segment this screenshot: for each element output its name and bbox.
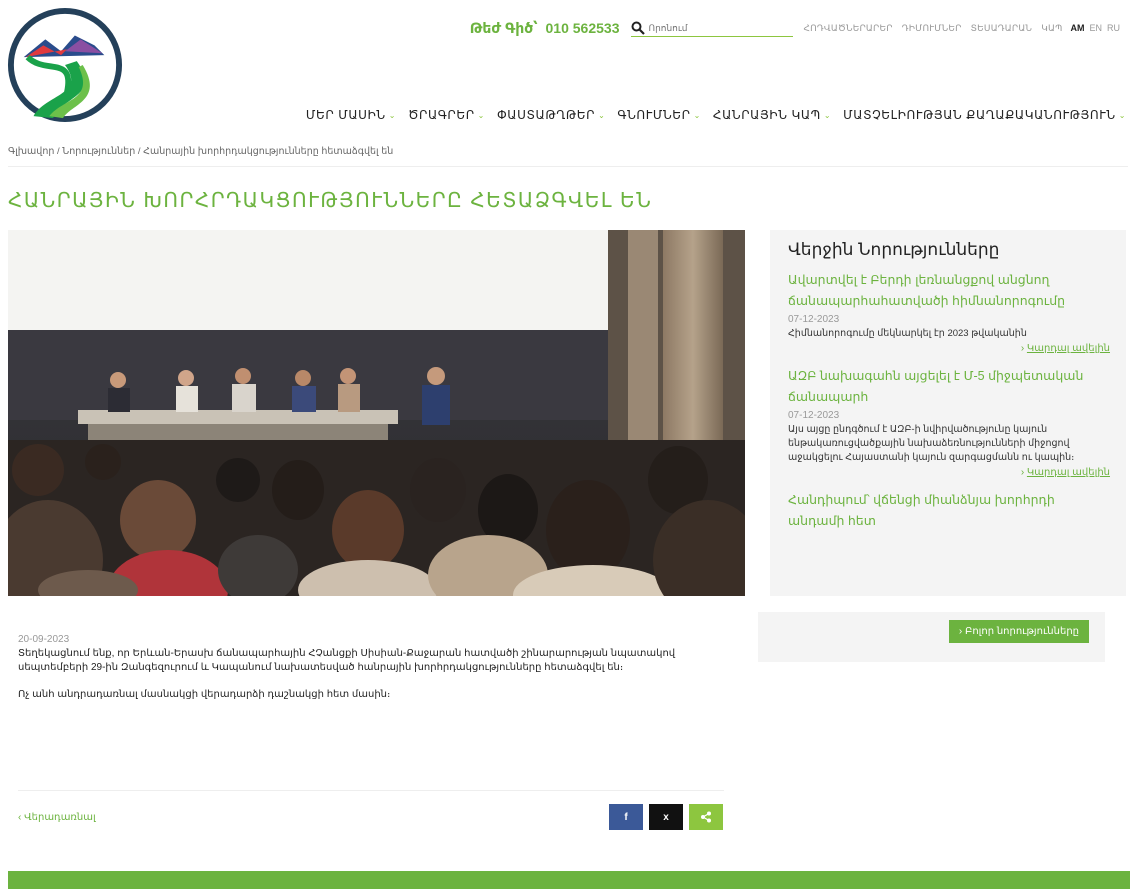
search-input[interactable] [648, 22, 789, 33]
latest-news-sidebar: Վերջին Նորությունները Ավարտվել է Բերդի լ… [770, 230, 1126, 596]
facebook-share-button[interactable]: f [609, 804, 643, 830]
all-news-button[interactable]: › Բոլոր նորությունները [948, 620, 1089, 643]
news-item: ԱԶԲ նախագահն այցելել է Մ-5 միջպետական ճա… [788, 366, 1110, 478]
nav-label: ՄԱՏՉԵԼԻՈՒԹՅԱՆ ՔԱՂԱՔԱԿԱՆՈՒԹՅՈՒՆ [843, 108, 1116, 122]
nav-label: ՀԱՆՐԱՅԻՆ ԿԱՊ [712, 108, 821, 122]
top-link-applications[interactable]: ԴԻՄՈՒՄՆԵՐ [902, 23, 962, 34]
read-more-link[interactable]: › Կարդալ ավելին [788, 343, 1110, 354]
top-link-contact[interactable]: ԿԱՊ [1041, 23, 1062, 34]
nav-item-procurements[interactable]: ԳՆՈՒՄՆԵՐ ⌄ [617, 108, 701, 122]
main-nav: ՄԵՐ ՄԱՍԻՆ ⌄ ԾՐԱԳՐԵՐ ⌄ ՓԱՍՏԱԹՂԹԵՐ ⌄ ԳՆՈՒՄՆԵՐ… [306, 108, 1126, 122]
footer-bar [8, 871, 1130, 889]
news-item: Ավարտվել է Բերդի լեռնանցքով անցնող ճանապ… [788, 270, 1110, 354]
share-buttons: f x [609, 804, 723, 830]
nav-item-compliance-policy[interactable]: ՄԱՏՉԵԼԻՈՒԹՅԱՆ ՔԱՂԱՔԱԿԱՆՈՒԹՅՈՒՆ ⌄ [843, 108, 1126, 122]
back-label: Վերադառնալ [24, 812, 96, 823]
chevron-down-icon: ⌄ [598, 110, 606, 120]
nav-label: ԳՆՈՒՄՆԵՐ [617, 108, 691, 122]
breadcrumb[interactable]: Գլխավոր / Նորություններ / Հանրային խորհր… [8, 146, 393, 157]
x-icon: x [663, 811, 669, 823]
lang-am[interactable]: AM [1070, 23, 1084, 33]
divider [8, 166, 1128, 167]
back-link[interactable]: ‹ Վերադառնալ [18, 812, 96, 823]
top-link-articles[interactable]: ՀՈԴՎԱԾՆԵՐԱՐԵՐ [803, 23, 892, 34]
sidebar-footer: › Բոլոր նորությունները [758, 612, 1105, 662]
search-icon[interactable] [631, 21, 646, 35]
site-logo[interactable] [6, 6, 124, 124]
page-title: ՀԱՆՐԱՅԻՆ ԽՈՐՀՐԴԱԿՑՈՒԹՅՈՒՆՆԵՐԸ ՀԵՏԱՁԳՎԵԼ … [8, 190, 653, 212]
nav-label: ՓԱՍՏԱԹՂԹԵՐ [496, 108, 596, 122]
search-box[interactable] [631, 19, 794, 37]
language-switcher: AM EN RU [1070, 23, 1120, 33]
nav-label: ՄԵՐ ՄԱՍԻՆ [305, 108, 386, 122]
news-excerpt: Այս այցը ընդգծում է ԱԶԲ-ի նվիրվածություն… [788, 424, 1075, 463]
top-bar: Թեժ Գիծ՝ 010 562533 ՀՈԴՎԱԾՆԵՐԱՐԵՐ ԴԻՄՈՒՄ… [470, 18, 1120, 38]
article-paragraph: Տեղեկացնում ենք, որ Երևան-Երասխ ճանապարհ… [18, 648, 676, 673]
news-excerpt: Հիմնանորոգումը մեկնարկել էր 2023 թվականի… [788, 328, 1027, 339]
news-title-link[interactable]: Ավարտվել է Բերդի լեռնանցքով անցնող ճանապ… [788, 270, 1110, 312]
top-link-media[interactable]: ՏԵՍԱԴԱՐԱՆ [971, 23, 1033, 34]
news-title-link[interactable]: ԱԶԲ նախագահն այցելել է Մ-5 միջպետական ճա… [788, 366, 1110, 408]
news-item: Հանդիպում՝ վճենցի միանձնյա խորհրդի անդամ… [788, 490, 1110, 532]
nav-item-about[interactable]: ՄԵՐ ՄԱՍԻՆ ⌄ [306, 108, 396, 122]
x-share-button[interactable]: x [649, 804, 683, 830]
article-paragraph: Ոչ անհ անդրադառնալ մասնակցի վերադարձի դա… [18, 689, 391, 700]
chevron-down-icon: ⌄ [823, 110, 832, 120]
all-news-label: Բոլոր նորությունները [965, 626, 1079, 637]
news-date: 07-12-2023 [788, 314, 840, 325]
hotline-label: Թեժ Գիծ՝ [469, 19, 538, 36]
hotline[interactable]: Թեժ Գիծ՝ 010 562533 [470, 20, 620, 37]
read-more-label: Կարդալ ավելին [1026, 467, 1110, 478]
chevron-down-icon: ⌄ [1118, 110, 1126, 120]
chevron-down-icon: ⌄ [388, 110, 397, 120]
read-more-link[interactable]: › Կարդալ ավելին [788, 467, 1110, 478]
nav-item-public-relations[interactable]: ՀԱՆՐԱՅԻՆ ԿԱՊ ⌄ [713, 108, 831, 122]
article-body: 20-09-2023 Տեղեկացնում ենք, որ Երևան-Երա… [18, 634, 740, 700]
share-button[interactable] [689, 804, 723, 830]
nav-label: ԾՐԱԳՐԵՐ [408, 108, 475, 122]
lang-ru[interactable]: RU [1107, 23, 1120, 33]
sidebar-title: Վերջին Նորությունները [788, 240, 1000, 259]
hero-image [8, 230, 745, 596]
chevron-down-icon: ⌄ [477, 110, 485, 120]
lang-en[interactable]: EN [1089, 23, 1102, 33]
facebook-icon: f [624, 811, 628, 823]
news-title-link[interactable]: Հանդիպում՝ վճենցի միանձնյա խորհրդի անդամ… [788, 490, 1110, 532]
divider [18, 790, 724, 791]
nav-item-documents[interactable]: ՓԱՍՏԱԹՂԹԵՐ ⌄ [497, 108, 605, 122]
share-icon [701, 811, 711, 823]
read-more-label: Կարդալ ավելին [1026, 343, 1110, 354]
chevron-down-icon: ⌄ [693, 110, 701, 120]
hotline-number[interactable]: 010 562533 [546, 20, 620, 36]
top-links: ՀՈԴՎԱԾՆԵՐԱՐԵՐ ԴԻՄՈՒՄՆԵՐ ՏԵՍԱԴԱՐԱՆ ԿԱՊ [803, 23, 1062, 34]
nav-item-programs[interactable]: ԾՐԱԳՐԵՐ ⌄ [408, 108, 485, 122]
news-date: 07-12-2023 [788, 410, 840, 421]
article-date: 20-09-2023 [18, 634, 70, 645]
